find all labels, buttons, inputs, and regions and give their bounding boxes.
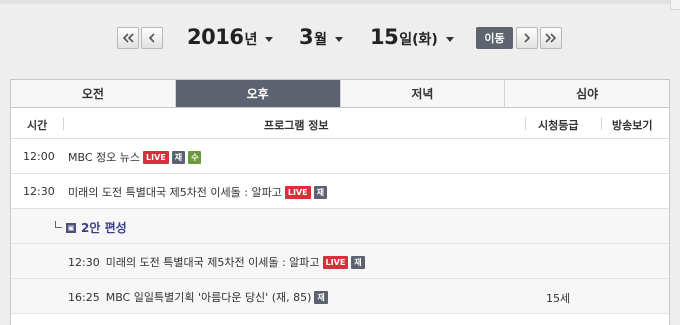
table-header: 시간 프로그램 정보 시청등급 방송보기 [11, 108, 669, 139]
top-divider [0, 0, 680, 4]
tab-late-night[interactable]: 심야 [505, 80, 669, 107]
live-badge: LIVE [322, 255, 349, 269]
tab-evening[interactable]: 저녁 [340, 80, 506, 107]
header-divider [525, 117, 526, 130]
month-value: 3 [299, 25, 314, 49]
tab-morning[interactable]: 오전 [11, 80, 176, 107]
row-time: 12:30 [68, 255, 100, 269]
table-row: 12:30 미래의 도전 특별대국 제5차전 이세돌 : 알파고 LIVE 재 [11, 244, 669, 279]
prev-day-button[interactable] [141, 27, 163, 49]
sign-badge: 수 [188, 150, 202, 164]
last-day-button[interactable] [540, 27, 562, 49]
year-value: 2016 [187, 25, 244, 49]
live-badge: LIVE [143, 150, 169, 164]
header-program: 프로그램 정보 [264, 119, 329, 132]
caret-down-icon [335, 37, 344, 42]
row-program: 12:30 미래의 도전 특별대국 제5차전 이세돌 : 알파고 LIVE 재 [68, 254, 365, 270]
schedule-panel: 오전 오후 저녁 심야 시간 프로그램 정보 시청등급 방송보기 12:00 M… [10, 79, 670, 325]
row-time: 12:30 [23, 185, 55, 198]
rating-value: 15세 [546, 292, 571, 305]
row-time: 16:25 [68, 290, 100, 304]
rerun-badge: 재 [313, 185, 327, 199]
month-unit: 월 [314, 32, 328, 48]
header-watch: 방송보기 [612, 119, 653, 132]
double-chevron-right-icon [545, 33, 557, 43]
day-value: 15 [370, 25, 399, 49]
rerun-badge: 재 [171, 150, 186, 164]
program-title[interactable]: MBC 일일특별기획 '아름다운 당신' (재, 85) [106, 289, 312, 305]
year-select[interactable]: 2016 년 [187, 25, 274, 55]
chevron-left-icon [148, 33, 155, 43]
next-day-button[interactable] [516, 27, 538, 49]
row-program: 미래의 도전 특별대국 제5차전 이세돌 : 알파고 LIVE 재 [68, 184, 327, 200]
row-program: 16:25 MBC 일일특별기획 '아름다운 당신' (재, 85) 재 [68, 289, 328, 305]
month-select[interactable]: 3 월 [299, 25, 344, 55]
alt-schedule-icon: ▣ [66, 222, 76, 233]
tree-branch-icon [55, 221, 62, 228]
day-select[interactable]: 15 일(화) [370, 25, 454, 55]
rerun-badge: 재 [314, 290, 328, 304]
year-unit: 년 [244, 32, 258, 48]
caret-down-icon [445, 37, 454, 42]
rerun-badge: 재 [351, 255, 365, 269]
table-row: 16:25 MBC 일일특별기획 '아름다운 당신' (재, 85) 재 15세 [11, 279, 669, 314]
header-divider [63, 117, 64, 130]
program-title[interactable]: MBC 정오 뉴스 [68, 149, 140, 165]
chevron-right-icon [524, 33, 531, 43]
alt-schedule-label: ▣ 2안 편성 [55, 219, 127, 236]
row-time: 12:00 [23, 150, 55, 163]
time-tabs: 오전 오후 저녁 심야 [11, 80, 669, 108]
alt-schedule-header-row: ▣ 2안 편성 [11, 209, 669, 244]
day-unit: 일(화) [399, 32, 438, 48]
header-rating: 시청등급 [538, 119, 579, 132]
program-title[interactable]: 미래의 도전 특별대국 제5차전 이세돌 : 알파고 [106, 254, 320, 270]
alt-schedule-title: 2안 편성 [81, 221, 127, 235]
double-chevron-left-icon [122, 33, 134, 43]
go-button[interactable]: 이동 [476, 27, 513, 49]
table-row: 12:30 미래의 도전 특별대국 제5차전 이세돌 : 알파고 LIVE 재 [11, 174, 669, 209]
header-time: 시간 [27, 119, 48, 132]
caret-down-icon [265, 37, 274, 42]
row-program: MBC 정오 뉴스 LIVE 재 수 [68, 149, 202, 165]
program-title[interactable]: 미래의 도전 특별대국 제5차전 이세돌 : 알파고 [68, 184, 282, 200]
header-divider [601, 117, 602, 130]
table-row: 12:00 MBC 정오 뉴스 LIVE 재 수 [11, 139, 669, 174]
first-day-button[interactable] [117, 27, 139, 49]
tab-afternoon[interactable]: 오후 [175, 80, 341, 107]
corner-decoration [670, 0, 680, 10]
live-badge: LIVE [284, 185, 311, 199]
